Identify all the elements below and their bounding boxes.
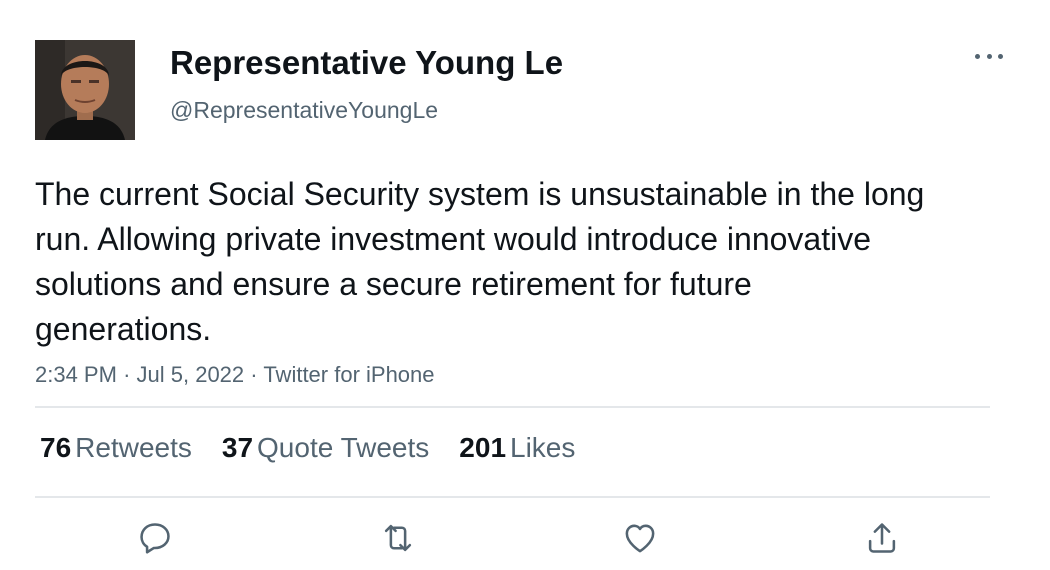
reply-icon xyxy=(140,523,170,554)
likes-label: Likes xyxy=(510,432,576,463)
divider xyxy=(35,496,990,498)
tweet-text: The current Social Security system is un… xyxy=(35,176,925,347)
tweet-meta: 2:34 PM · Jul 5, 2022 · Twitter for iPho… xyxy=(35,362,435,388)
retweet-button[interactable] xyxy=(378,518,418,558)
quote-tweets-count: 37 xyxy=(221,432,254,463)
like-icon xyxy=(625,524,655,553)
likes-count: 201 xyxy=(459,432,507,463)
reply-button[interactable] xyxy=(135,518,175,558)
more-dot xyxy=(975,53,980,59)
meta-separator: · xyxy=(250,362,258,387)
likes-stat[interactable]: 201 Likes xyxy=(459,432,575,464)
author-handle[interactable]: @RepresentativeYoungLe xyxy=(170,97,438,124)
share-button[interactable] xyxy=(862,518,902,558)
tweet-time[interactable]: 2:34 PM xyxy=(35,362,117,387)
retweets-label: Retweets xyxy=(75,432,192,463)
retweet-icon xyxy=(384,524,412,552)
avatar[interactable] xyxy=(35,40,135,140)
quote-tweets-label: Quote Tweets xyxy=(257,432,430,463)
retweets-count: 76 xyxy=(40,432,72,463)
more-dot xyxy=(998,53,1003,59)
retweets-stat[interactable]: 76 Retweets xyxy=(40,432,192,464)
more-options-icon[interactable] xyxy=(972,44,1006,68)
tweet-date[interactable]: Jul 5, 2022 xyxy=(137,362,245,387)
more-dot xyxy=(986,53,992,59)
engagement-stats: 76 Retweets 37 Quote Tweets 201 Likes xyxy=(40,432,575,464)
tweet-source[interactable]: Twitter for iPhone xyxy=(263,362,434,387)
author-name[interactable]: Representative Young Le xyxy=(170,44,563,82)
like-button[interactable] xyxy=(620,518,660,558)
meta-separator: · xyxy=(123,362,131,387)
quote-tweets-stat[interactable]: 37 Quote Tweets xyxy=(222,432,429,464)
avatar-photo xyxy=(35,40,135,140)
share-icon xyxy=(868,523,896,553)
divider xyxy=(35,406,990,408)
